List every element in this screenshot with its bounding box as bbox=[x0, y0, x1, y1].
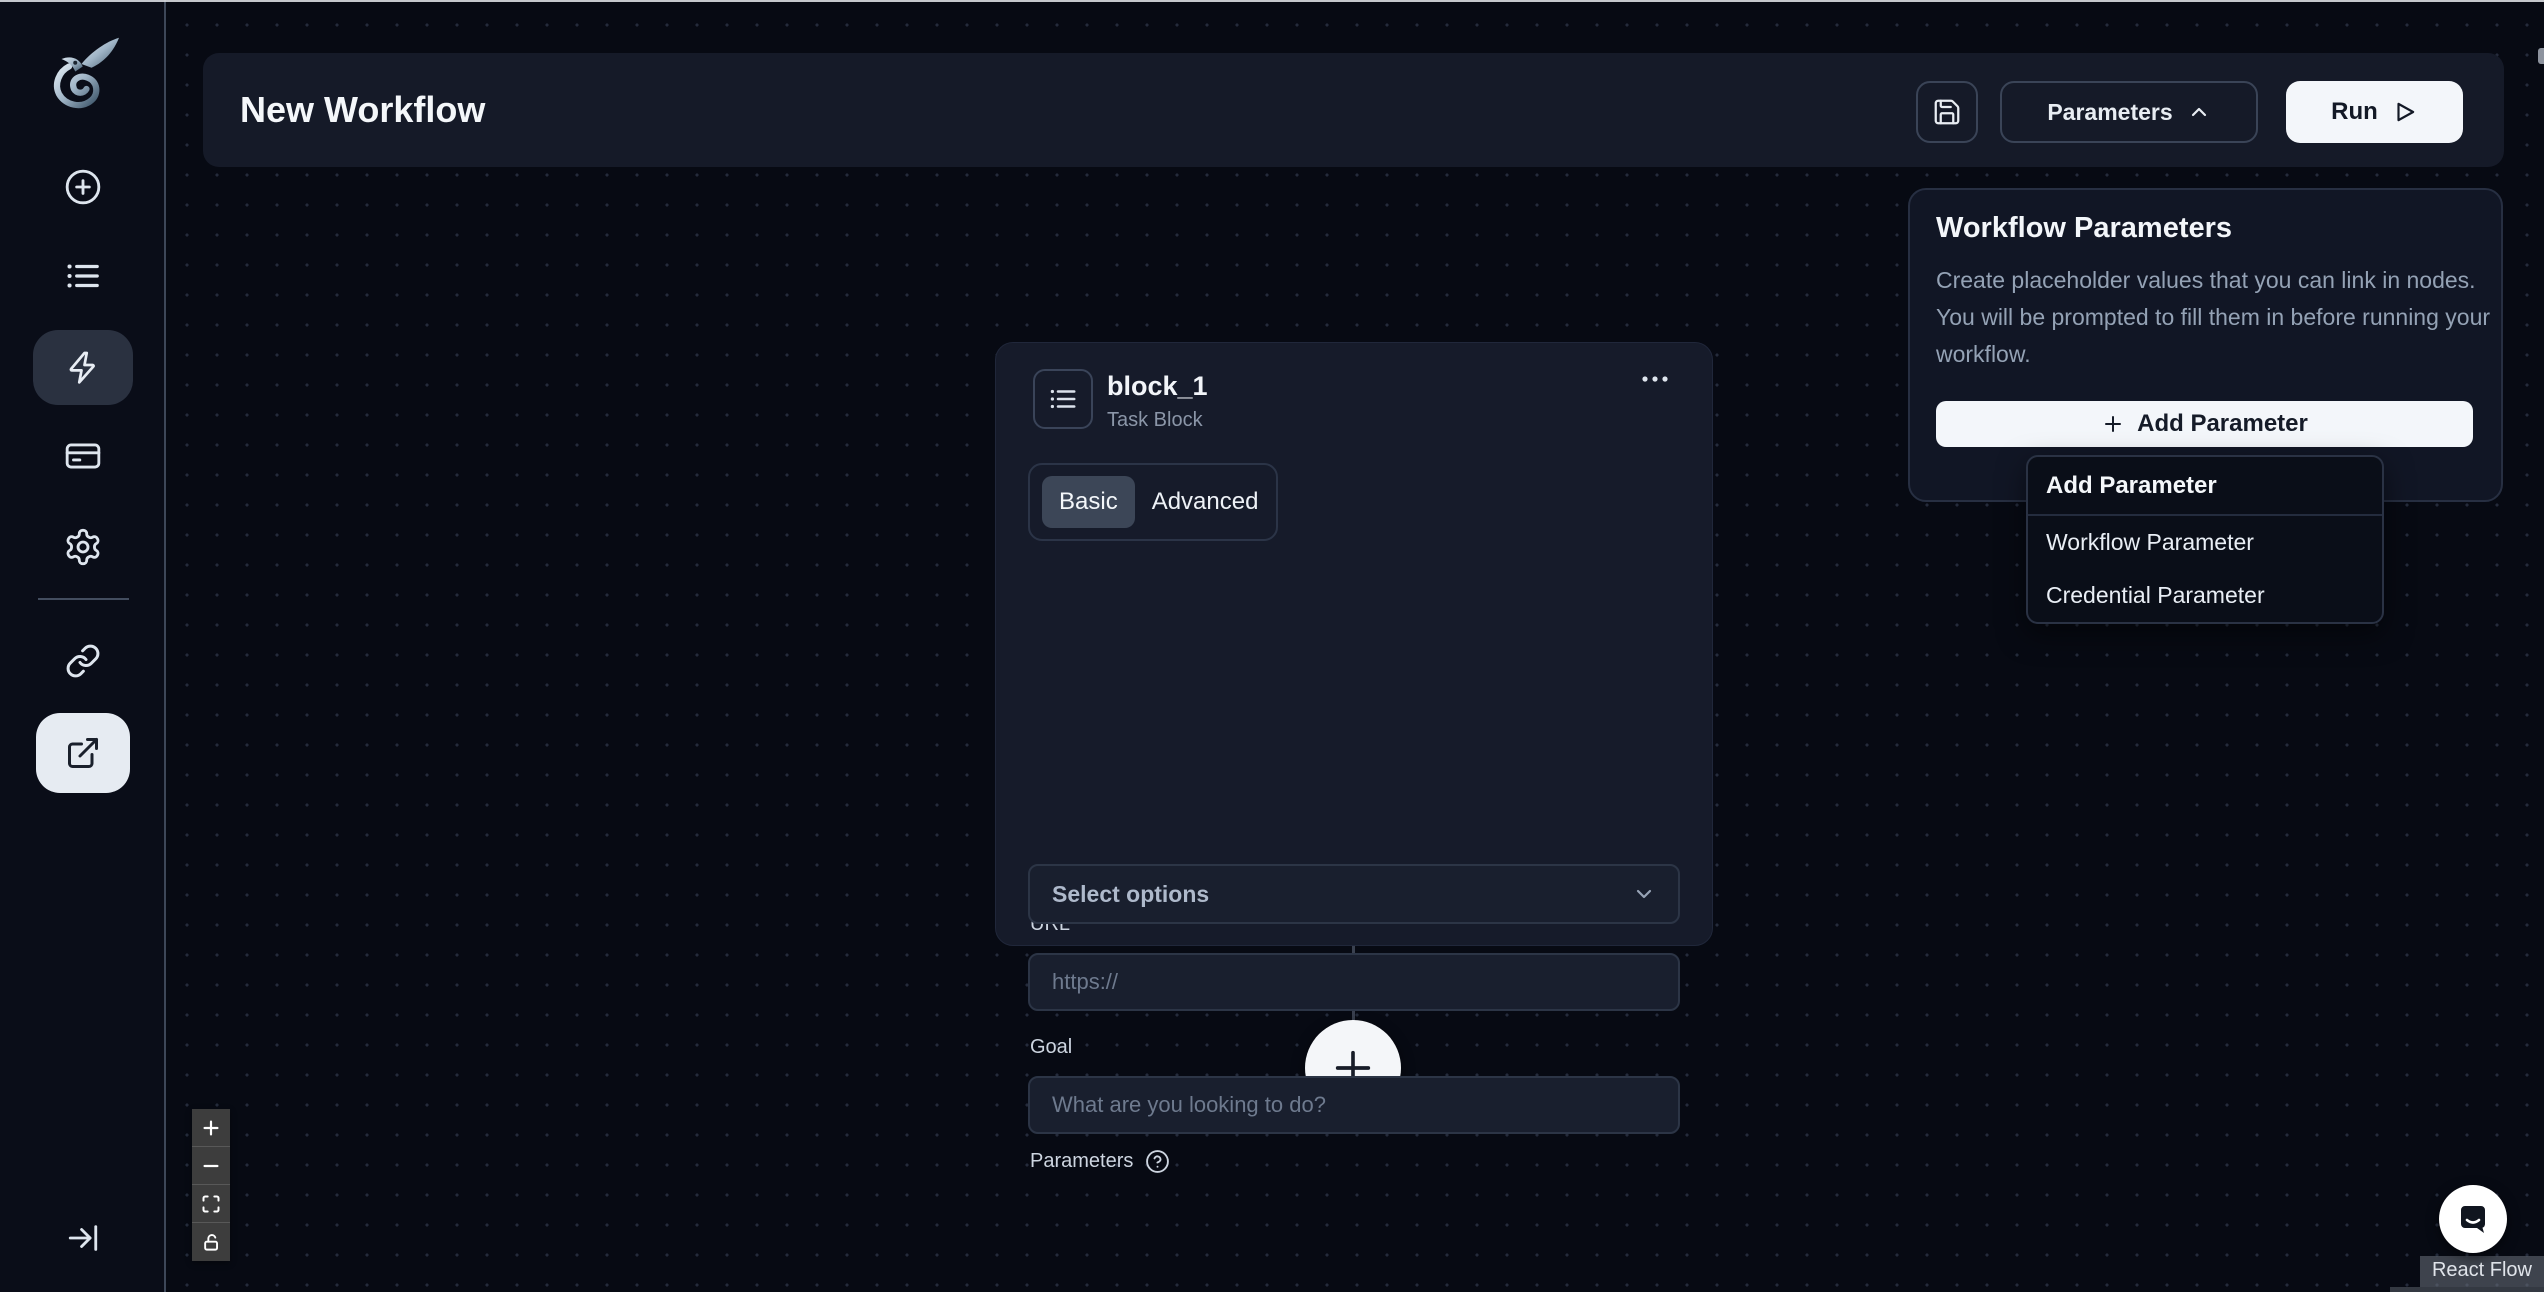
canvas-controls bbox=[192, 1109, 230, 1261]
menu-item-credential-parameter[interactable]: Credential Parameter bbox=[2028, 569, 2382, 622]
chevron-up-icon bbox=[2187, 100, 2211, 124]
lock-toggle-button[interactable] bbox=[192, 1223, 230, 1261]
react-flow-attribution[interactable]: React Flow bbox=[2419, 1256, 2544, 1287]
sidebar-workflows-button[interactable] bbox=[33, 330, 133, 405]
chat-bubble-icon bbox=[2453, 1199, 2493, 1239]
fit-view-button[interactable] bbox=[192, 1185, 230, 1223]
task-list-icon bbox=[1048, 384, 1078, 414]
goal-input[interactable] bbox=[1028, 1076, 1680, 1134]
block-type-label: Task Block bbox=[1107, 409, 1203, 431]
block-type-icon-box bbox=[1033, 369, 1093, 429]
page-title: New Workflow bbox=[240, 89, 486, 130]
sidebar-expand-button[interactable] bbox=[66, 1221, 100, 1255]
ellipsis-icon bbox=[1638, 369, 1672, 389]
sidebar-divider bbox=[38, 598, 129, 600]
parameters-toggle-button[interactable]: Parameters bbox=[2000, 81, 2258, 143]
save-icon bbox=[1932, 97, 1962, 127]
zoom-out-button[interactable] bbox=[192, 1147, 230, 1185]
add-parameter-menu: Add Parameter Workflow Parameter Credent… bbox=[2026, 455, 2384, 624]
scrollbar-nub[interactable] bbox=[2538, 48, 2544, 64]
support-chat-button[interactable] bbox=[2439, 1185, 2507, 1253]
add-parameter-button-label: Add Parameter bbox=[2137, 410, 2308, 437]
plus-icon bbox=[2101, 412, 2125, 436]
task-block-node[interactable]: block_1 Task Block Basic Advanced URL Go… bbox=[995, 342, 1713, 1173]
menu-header: Add Parameter bbox=[2028, 457, 2382, 516]
panel-title: Workflow Parameters bbox=[1936, 212, 2233, 244]
run-button[interactable]: Run bbox=[2286, 81, 2463, 143]
sidebar bbox=[0, 0, 166, 1292]
block-name: block_1 bbox=[1107, 371, 1208, 401]
menu-item-workflow-parameter[interactable]: Workflow Parameter bbox=[2028, 516, 2382, 569]
skyvern-logo bbox=[42, 34, 126, 114]
list-icon bbox=[64, 257, 102, 295]
goal-label: Goal bbox=[1030, 1036, 1073, 1058]
block-menu-button[interactable] bbox=[1638, 369, 1672, 389]
parameters-select-value: Select options bbox=[1052, 880, 1210, 907]
panel-description-line: You will be prompted to fill them in bef… bbox=[1936, 304, 2491, 330]
tab-advanced[interactable]: Advanced bbox=[1135, 476, 1276, 528]
chevron-down-icon bbox=[1632, 882, 1656, 906]
fit-view-icon bbox=[201, 1194, 221, 1214]
sidebar-settings-button[interactable] bbox=[63, 527, 103, 567]
panel-description-line: Create placeholder values that you can l… bbox=[1936, 267, 2476, 293]
link-icon bbox=[65, 643, 101, 679]
credit-card-icon bbox=[64, 437, 102, 475]
sidebar-billing-button[interactable] bbox=[64, 437, 102, 475]
add-parameter-button[interactable]: Add Parameter bbox=[1936, 401, 2473, 447]
window-bottom-edge bbox=[2390, 1287, 2544, 1292]
tab-basic[interactable]: Basic bbox=[1042, 476, 1135, 528]
arrow-right-to-line-icon bbox=[66, 1221, 100, 1255]
parameters-button-label: Parameters bbox=[2047, 98, 2173, 125]
parameters-label-text: Parameters bbox=[1030, 1150, 1134, 1172]
parameters-field-label: Parameters bbox=[1030, 1149, 1170, 1174]
save-button[interactable] bbox=[1916, 81, 1978, 143]
play-icon bbox=[2392, 99, 2418, 125]
run-button-label: Run bbox=[2331, 98, 2378, 125]
unlock-icon bbox=[202, 1233, 221, 1252]
help-circle-icon[interactable] bbox=[1145, 1149, 1170, 1174]
external-link-icon bbox=[65, 735, 101, 771]
workflow-editor-screen: New Workflow Parameters Run block_1 Task… bbox=[0, 0, 2544, 1292]
minus-icon bbox=[200, 1155, 222, 1177]
plus-circle-icon bbox=[64, 168, 102, 206]
sidebar-link-button[interactable] bbox=[65, 643, 101, 679]
block-mode-tabs: Basic Advanced bbox=[1028, 463, 1278, 541]
workflow-header: New Workflow Parameters Run bbox=[203, 53, 2504, 167]
url-input[interactable] bbox=[1028, 953, 1680, 1011]
gear-icon bbox=[63, 527, 103, 567]
sidebar-runs-button[interactable] bbox=[64, 257, 102, 295]
lightning-icon bbox=[65, 350, 101, 386]
panel-description-line: workflow. bbox=[1936, 341, 2031, 367]
sidebar-create-button[interactable] bbox=[64, 168, 102, 206]
panel-description: Create placeholder values that you can l… bbox=[1936, 262, 2490, 373]
parameters-select[interactable]: Select options bbox=[1028, 864, 1680, 924]
sidebar-open-app-button[interactable] bbox=[36, 713, 130, 793]
window-top-edge bbox=[0, 0, 2544, 2]
plus-icon bbox=[200, 1117, 222, 1139]
zoom-in-button[interactable] bbox=[192, 1109, 230, 1147]
